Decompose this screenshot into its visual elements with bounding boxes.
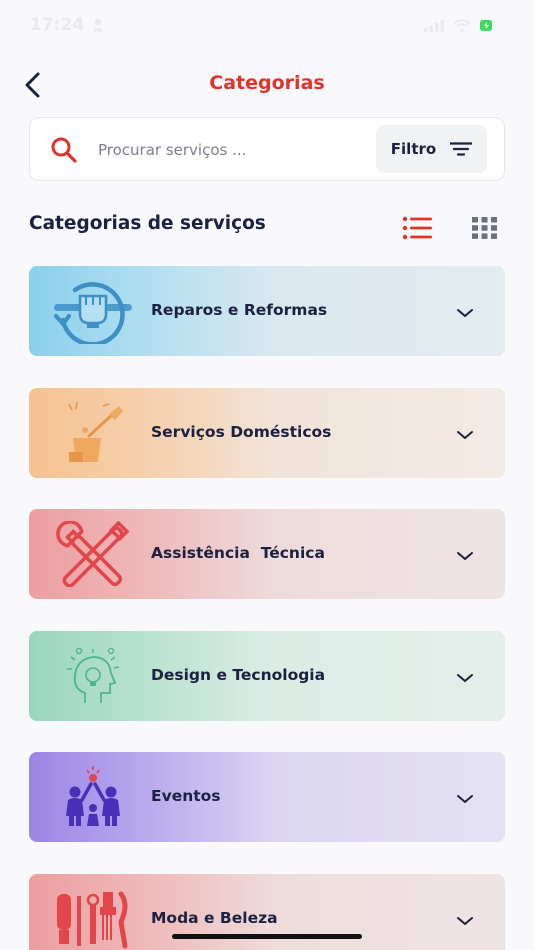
category-card-servicos-domesticos[interactable]: Serviços Domésticos [29, 388, 505, 478]
category-label: Reparos e Reformas [151, 301, 328, 319]
filter-label: Filtro [390, 140, 437, 158]
people-celebration-icon [66, 766, 120, 826]
filter-icon [450, 142, 473, 156]
filter-button[interactable]: Filtro [376, 125, 487, 173]
section-title: Categorias de serviços [29, 213, 266, 234]
barber-tools-icon [57, 891, 128, 949]
person-icon [92, 18, 104, 32]
category-label: Assistência Técnica [151, 544, 325, 562]
grid-view-icon[interactable] [472, 217, 497, 239]
list-view-icon[interactable] [402, 216, 432, 240]
page-title: Categorias [209, 72, 325, 94]
head-lightbulb-icon [67, 647, 120, 703]
category-label: Moda e Beleza [151, 909, 278, 927]
home-indicator[interactable] [172, 934, 362, 939]
search-icon [51, 137, 77, 163]
repair-fist-wrench-icon [54, 282, 132, 344]
cleaning-bucket-icon [68, 401, 123, 462]
category-label: Design e Tecnologia [151, 666, 326, 684]
chevron-down-icon[interactable] [455, 549, 475, 563]
chevron-down-icon[interactable] [455, 306, 475, 320]
chevron-down-icon[interactable] [455, 428, 475, 442]
signal-icon [424, 19, 444, 32]
category-card-design-e-tecnologia[interactable]: Design e Tecnologia [29, 631, 505, 721]
chevron-down-icon[interactable] [455, 792, 475, 806]
category-card-assistencia-tecnica[interactable]: Assistência Técnica [29, 509, 505, 599]
status-indicators [424, 19, 494, 32]
search-input[interactable] [98, 134, 378, 166]
category-card-reparos-e-reformas[interactable]: Reparos e Reformas [29, 266, 505, 356]
page-header: Categorias [0, 60, 534, 108]
chevron-down-icon[interactable] [455, 914, 475, 928]
category-label: Eventos [151, 787, 221, 805]
tools-crossed-icon [56, 521, 130, 587]
category-card-eventos[interactable]: Eventos [29, 752, 505, 842]
status-bar: 17:24 [0, 0, 534, 50]
battery-icon [480, 20, 492, 31]
wifi-icon [453, 19, 471, 32]
search-bar: Filtro [29, 117, 505, 181]
chevron-down-icon[interactable] [455, 671, 475, 685]
category-label: Serviços Domésticos [151, 423, 332, 441]
status-time: 17:24 [30, 15, 85, 35]
